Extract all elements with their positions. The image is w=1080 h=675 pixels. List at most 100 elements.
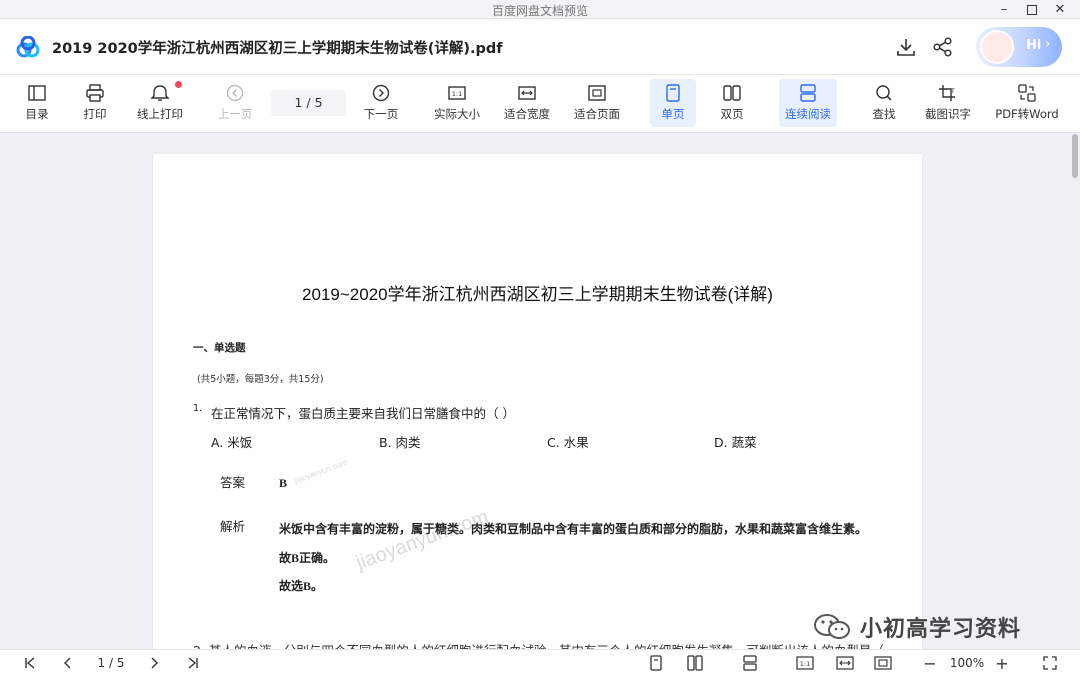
last-page-icon[interactable] — [183, 653, 203, 673]
pdf-to-word-icon — [1018, 84, 1036, 102]
analysis-line-1: 米饭中含有丰富的淀粉，属于糖类。肉类和豆制品中含有丰富的蛋白质和部分的脂肪，水果… — [279, 522, 868, 536]
zoom-level[interactable]: 100% — [946, 653, 988, 673]
fit-width-icon — [518, 86, 536, 100]
continuous-icon — [800, 84, 816, 102]
toolbar-search-button[interactable]: 查找 — [862, 79, 906, 127]
online-print-icon — [150, 85, 170, 101]
analysis-line-2: 故B正确。 — [279, 551, 336, 565]
bottom-actual-size-icon[interactable]: 1:1 — [794, 653, 816, 673]
wechat-account-watermark: 小初高学习资料 — [812, 610, 1021, 644]
screenshot-ocr-icon: T — [939, 85, 955, 101]
window-title: 百度网盘文档预览 — [491, 4, 588, 18]
share-icon[interactable] — [932, 36, 954, 58]
single-page-icon — [666, 84, 680, 102]
assistant-avatar — [980, 30, 1014, 64]
option-a: A. 米饭 — [211, 435, 253, 450]
document-viewer[interactable]: 2019~2020学年浙江杭州西湖区初三上学期期末生物试卷(详解) 一、单选题 … — [0, 134, 1080, 649]
question-number: 1. — [193, 403, 203, 414]
bottom-fit-page-icon[interactable] — [872, 653, 894, 673]
toolbar-actual-size-label: 实际大小 — [434, 107, 480, 121]
toolbar-actual-size-button[interactable]: 1:1 实际大小 — [430, 79, 484, 127]
toolbar-continuous-label: 连续阅读 — [785, 107, 831, 121]
bottom-continuous-icon[interactable] — [740, 653, 760, 673]
answer-value: B — [279, 476, 288, 490]
prev-page-icon — [226, 84, 244, 102]
toolbar-fit-width-label: 适合宽度 — [504, 107, 550, 121]
exam-title: 2019~2020学年浙江杭州西湖区初三上学期期末生物试卷(详解) — [302, 285, 773, 304]
minimize-icon[interactable]: – — [990, 0, 1018, 19]
vertical-scrollbar[interactable] — [1072, 134, 1078, 178]
toolbar-double-page-label: 双页 — [720, 107, 744, 121]
analysis-label: 解析 — [220, 519, 246, 534]
section-heading: 一、单选题 — [193, 342, 246, 354]
zoom-in-icon[interactable]: + — [992, 653, 1012, 673]
watermark-small: jiaoyanyun.com — [293, 457, 349, 486]
svg-text:T: T — [950, 88, 955, 95]
toolbar-pdf-to-word-button[interactable]: PDF转Word — [992, 79, 1062, 127]
toolbar-next-page-label: 下一页 — [363, 107, 399, 121]
analysis-line-3: 故选B。 — [279, 579, 324, 593]
toolbar-prev-page-label: 上一页 — [217, 107, 253, 121]
toolbar-double-page-button[interactable]: 双页 — [710, 79, 754, 127]
option-b: B. 肉类 — [379, 435, 421, 450]
wechat-account-name: 小初高学习资料 — [860, 617, 1022, 642]
next-icon[interactable] — [144, 653, 164, 673]
wechat-icon — [814, 614, 850, 639]
fullscreen-icon[interactable] — [1040, 653, 1060, 673]
toolbar-search-label: 查找 — [872, 107, 896, 121]
next-question-partial: 2. 某人的血液，分别与四个不同血型的人的红细胞进行配血试验，其中有三个人的红细… — [193, 640, 884, 649]
toolbar-single-page-button[interactable]: 单页 — [650, 79, 696, 127]
toolbar-print-button[interactable]: 打印 — [74, 79, 116, 127]
answer-label: 答案 — [220, 475, 246, 490]
printer-icon — [86, 84, 104, 102]
toolbar-fit-width-button[interactable]: 适合宽度 — [500, 79, 554, 127]
bottom-double-page-icon[interactable] — [684, 653, 706, 673]
toc-icon — [28, 85, 46, 101]
os-title-bar: 百度网盘文档预览 – ✕ — [0, 0, 1080, 19]
prev-icon[interactable] — [58, 653, 78, 673]
double-page-icon — [723, 85, 741, 101]
fit-page-icon — [588, 85, 606, 101]
toolbar-prev-page-button[interactable]: 上一页 — [212, 79, 258, 127]
ai-assistant-button[interactable]: Hi › — [976, 27, 1062, 67]
toolbar-online-print-label: 线上打印 — [137, 107, 183, 121]
notification-dot — [175, 81, 182, 88]
app-header: 2019 2020学年浙江杭州西湖区初三上学期期末生物试卷(详解).pdf Hi… — [0, 19, 1080, 75]
toolbar-single-page-label: 单页 — [661, 107, 685, 121]
next-page-icon — [372, 84, 390, 102]
bottom-page-indicator[interactable]: 1 / 5 — [88, 653, 134, 673]
toolbar-print-label: 打印 — [83, 107, 107, 121]
toolbar-next-page-button[interactable]: 下一页 — [358, 79, 404, 127]
assistant-greeting: Hi — [1026, 38, 1042, 53]
svg-text:1:1: 1:1 — [452, 90, 462, 98]
toolbar-fit-page-label: 适合页面 — [574, 107, 620, 121]
search-icon — [876, 85, 892, 101]
toolbar-toc-button[interactable]: 目录 — [16, 79, 58, 127]
document-file-name: 2019 2020学年浙江杭州西湖区初三上学期期末生物试卷(详解).pdf — [52, 41, 503, 57]
actual-size-icon: 1:1 — [448, 86, 466, 100]
watermark-large: jiaoyanyun.com — [353, 505, 492, 575]
download-icon[interactable] — [895, 36, 917, 58]
zoom-out-icon[interactable]: − — [920, 653, 940, 673]
document-page: 2019~2020学年浙江杭州西湖区初三上学期期末生物试卷(详解) 一、单选题 … — [153, 154, 922, 649]
toolbar-pdf-to-word-label: PDF转Word — [995, 107, 1059, 121]
first-page-icon[interactable] — [20, 653, 40, 673]
baidu-netdisk-logo — [16, 36, 40, 58]
close-icon[interactable]: ✕ — [1046, 0, 1074, 19]
toolbar-screenshot-ocr-label: 截图识字 — [925, 107, 971, 121]
section-note: (共5小题，每题3分，共15分) — [197, 374, 324, 385]
bottom-single-page-icon[interactable] — [646, 653, 666, 673]
chevron-right-icon: › — [1045, 36, 1051, 52]
toolbar-fit-page-button[interactable]: 适合页面 — [570, 79, 624, 127]
viewer-toolbar: 目录 打印 线上打印 上一页 1 / 5 下一页 1:1 实际大小 适合宽度 适… — [0, 75, 1080, 133]
toolbar-screenshot-ocr-button[interactable]: T 截图识字 — [921, 79, 975, 127]
bottom-fit-width-icon[interactable] — [834, 653, 856, 673]
option-d: D. 蔬菜 — [714, 435, 757, 450]
toolbar-continuous-button[interactable]: 连续阅读 — [779, 79, 837, 127]
question-text: 在正常情况下，蛋白质主要来自我们日常膳食中的（ ） — [211, 406, 515, 421]
bottom-status-bar: 1 / 5 1:1 − 100% + — [0, 649, 1080, 675]
maximize-icon[interactable] — [1018, 0, 1046, 19]
option-c: C. 水果 — [547, 435, 589, 450]
page-number-input[interactable]: 1 / 5 — [271, 90, 346, 116]
svg-text:1:1: 1:1 — [800, 660, 810, 668]
